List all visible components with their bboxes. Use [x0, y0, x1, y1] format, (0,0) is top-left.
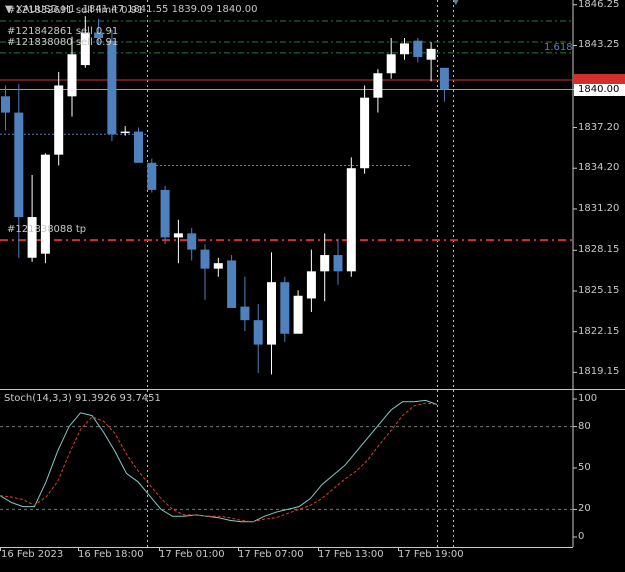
- candle-body: [1, 96, 10, 113]
- lot-label: 1.618: [544, 41, 573, 53]
- candle-body: [240, 306, 250, 321]
- candle-body: [200, 249, 210, 269]
- price-tick-label: 1819.15: [578, 366, 620, 378]
- candle-body: [373, 73, 383, 98]
- candle-body: [426, 48, 436, 60]
- candle-body: [134, 131, 143, 163]
- stoch-signal-line: [0, 402, 438, 523]
- price-tick-label: 1843.25: [578, 39, 620, 51]
- time-label: 17 Feb 13:00: [318, 549, 384, 560]
- time-label: 16 Feb 2023: [1, 549, 64, 560]
- price-tick-label: 1822.15: [578, 325, 620, 337]
- candle-body: [120, 131, 130, 134]
- candle-body: [107, 40, 117, 135]
- osc-tick-label: 100: [578, 393, 598, 404]
- candle-body: [14, 112, 24, 218]
- time-label: 17 Feb 07:00: [238, 549, 304, 560]
- time-label: 17 Feb 19:00: [398, 549, 464, 560]
- price-tick-label: 1828.15: [578, 244, 620, 256]
- candle-body: [333, 255, 343, 272]
- candle-body: [280, 282, 290, 334]
- candle-body: [54, 85, 64, 155]
- candle-body: [253, 320, 263, 345]
- candle-body: [386, 54, 396, 74]
- candle-body: [213, 263, 223, 269]
- scroll-marker-icon[interactable]: ▼: [452, 0, 460, 8]
- chart-window[interactable]: ▼ XAUUSD,H1 1841.47 1841.55 1839.09 1840…: [0, 0, 625, 568]
- candle-body: [67, 54, 77, 97]
- candle-body: [306, 271, 316, 299]
- order-label[interactable]: #121832691 sell limit 0.91: [7, 5, 143, 17]
- candle-body: [173, 233, 183, 238]
- stoch-main-line: [0, 399, 438, 523]
- candle-body: [187, 233, 197, 250]
- time-label: 17 Feb 01:00: [159, 549, 225, 560]
- candle-body: [413, 40, 423, 57]
- candle-body: [40, 154, 50, 254]
- price-tick-label: 1834.20: [578, 162, 620, 174]
- time-label: 16 Feb 18:00: [78, 549, 144, 560]
- chart-canvas[interactable]: [0, 0, 625, 568]
- candle-body: [360, 97, 370, 169]
- osc-tick-label: 80: [578, 420, 591, 432]
- candle-body: [439, 67, 449, 90]
- candle-body: [147, 162, 157, 190]
- order-label[interactable]: #121838088 tp: [7, 224, 86, 236]
- current-price-tag: 1840.00: [574, 83, 625, 96]
- candle-body: [400, 43, 409, 55]
- osc-tick-label: 0: [578, 531, 585, 542]
- price-tick-label: 1831.20: [578, 202, 620, 214]
- candle-body: [267, 282, 276, 345]
- order-label[interactable]: #121838080 sell 0.91: [7, 37, 118, 49]
- osc-tick-label: 50: [578, 462, 591, 473]
- price-tick-label: 1825.15: [578, 285, 620, 296]
- osc-tick-label: 20: [578, 503, 591, 515]
- candle-body: [160, 189, 170, 238]
- candle-body: [320, 255, 330, 272]
- price-tick-label: 1846.25: [578, 0, 620, 10]
- candle-body: [346, 168, 356, 272]
- candle-body: [293, 295, 303, 334]
- oscillator-label: Stoch(14,3,3) 91.3926 93.7451: [4, 393, 161, 404]
- price-tick-label: 1837.20: [578, 121, 620, 133]
- candle-body: [227, 260, 237, 308]
